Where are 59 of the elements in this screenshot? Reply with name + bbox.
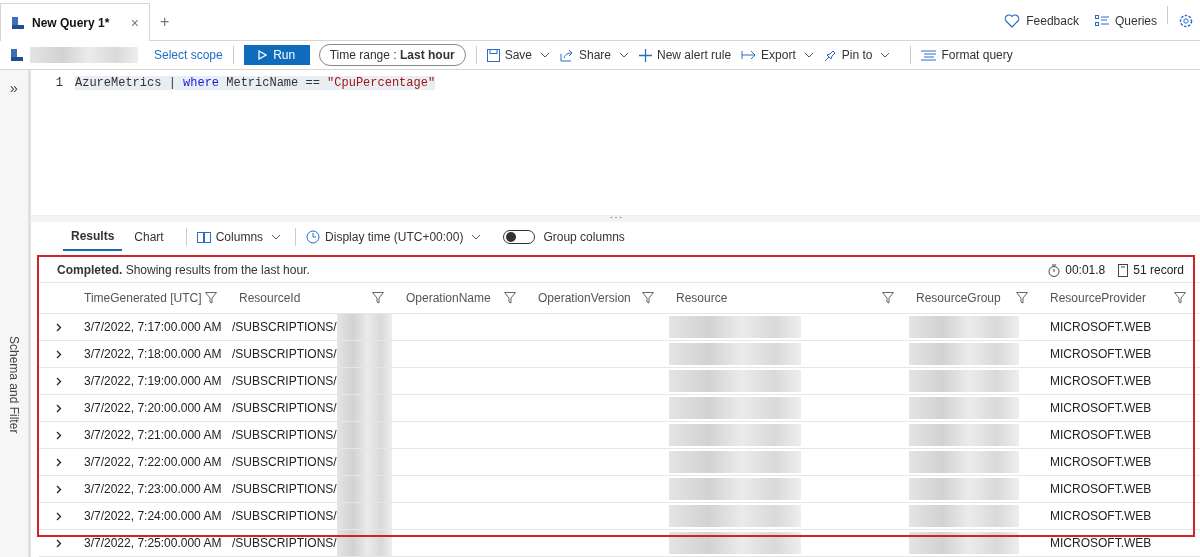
status-message: Completed. Showing results from the last hour. xyxy=(57,263,310,277)
record-count: 51 record xyxy=(1133,263,1184,277)
columns-button[interactable]: Columns xyxy=(196,230,282,244)
schema-panel-tab[interactable]: Schema and Filter xyxy=(7,336,21,434)
select-scope-link[interactable]: Select scope xyxy=(154,48,223,62)
table-cell-text: MICROSOFT.WEB xyxy=(1049,427,1153,444)
table-cell: /SUBSCRIPTIONS/ xyxy=(232,320,337,334)
table-cell-text: MICROSOFT.WEB xyxy=(1049,373,1153,390)
table-cell-text: MICROSOFT.WEB xyxy=(1049,319,1153,336)
table-cell: /SUBSCRIPTIONS/ xyxy=(232,482,337,496)
toolbar-button[interactable]: Share xyxy=(560,48,630,62)
column-header[interactable]: OperationName xyxy=(392,291,524,305)
column-header[interactable]: ResourceGroup xyxy=(902,291,1036,305)
toolbar-button[interactable]: Pin to xyxy=(823,48,891,62)
line-number: 1 xyxy=(54,76,63,90)
table-cell-text: 3/7/2022, 7:24:00.000 AM xyxy=(83,508,223,525)
new-tab-button[interactable]: + xyxy=(150,4,180,40)
toggle-label: Group columns xyxy=(543,230,625,244)
table-cell: /SUBSCRIPTIONS/ xyxy=(232,428,337,442)
table-cell-text: 3/7/2022, 7:18:00.000 AM xyxy=(83,346,223,363)
table-cell: /SUBSCRIPTIONS/ xyxy=(232,374,337,388)
column-header[interactable]: OperationVersion xyxy=(524,291,662,305)
toolbar-button[interactable]: Format query xyxy=(921,48,1013,62)
table-cell: /SUBSCRIPTIONS/ xyxy=(232,455,337,469)
elapsed-time: 00:01.8 xyxy=(1065,263,1106,277)
table-cell-text: 3/7/2022, 7:20:00.000 AM xyxy=(83,400,223,417)
table-cell-text: MICROSOFT.WEB xyxy=(1049,346,1153,363)
close-icon[interactable]: × xyxy=(130,14,139,31)
table-cell-text: MICROSOFT.WEB xyxy=(1049,535,1153,552)
table-cell-text: MICROSOFT.WEB xyxy=(1049,400,1153,417)
results-tab[interactable]: Results xyxy=(63,223,123,251)
table-cell-text: 3/7/2022, 7:17:00.000 AM xyxy=(83,319,223,336)
table-cell-text: 3/7/2022, 7:19:00.000 AM xyxy=(83,373,223,390)
table-cell: /SUBSCRIPTIONS/ xyxy=(232,401,337,415)
table-cell-text: 3/7/2022, 7:21:00.000 AM xyxy=(83,427,223,444)
table-cell-text: MICROSOFT.WEB xyxy=(1049,454,1153,471)
column-header[interactable]: TimeGenerated [UTC] xyxy=(70,291,225,305)
table-cell-text: 3/7/2022, 7:23:00.000 AM xyxy=(83,481,223,498)
table-cell-text: MICROSOFT.WEB xyxy=(1049,481,1153,498)
time-range-button[interactable]: Time range : Last hour xyxy=(318,44,466,66)
header-link[interactable]: Queries xyxy=(1094,6,1157,36)
results-tab[interactable]: Chart xyxy=(126,224,172,250)
column-header[interactable]: ResourceId xyxy=(225,291,392,305)
expand-panel-button[interactable]: » xyxy=(10,80,18,96)
toolbar-button[interactable]: New alert rule xyxy=(639,48,732,62)
toolbar-button[interactable]: Save xyxy=(486,48,550,62)
column-header[interactable]: Resource xyxy=(662,291,902,305)
table-cell-text: 3/7/2022, 7:25:00.000 AM xyxy=(83,535,223,552)
table-cell-text: MICROSOFT.WEB xyxy=(1049,508,1153,525)
table-cell: /SUBSCRIPTIONS/ xyxy=(232,509,337,523)
query-tab[interactable]: New Query 1* × xyxy=(0,3,150,41)
table-cell: /SUBSCRIPTIONS/ xyxy=(232,536,337,550)
header-link[interactable]: Feedback xyxy=(1004,6,1079,36)
toolbar-button[interactable]: Export xyxy=(741,48,814,62)
display-time-button[interactable]: Display time (UTC+00:00) xyxy=(306,230,482,244)
table-cell: /SUBSCRIPTIONS/ xyxy=(232,347,337,361)
column-header[interactable]: ResourceProvider xyxy=(1036,291,1194,305)
table-cell-text: 3/7/2022, 7:22:00.000 AM xyxy=(83,454,223,471)
run-button[interactable]: Run xyxy=(243,45,310,65)
